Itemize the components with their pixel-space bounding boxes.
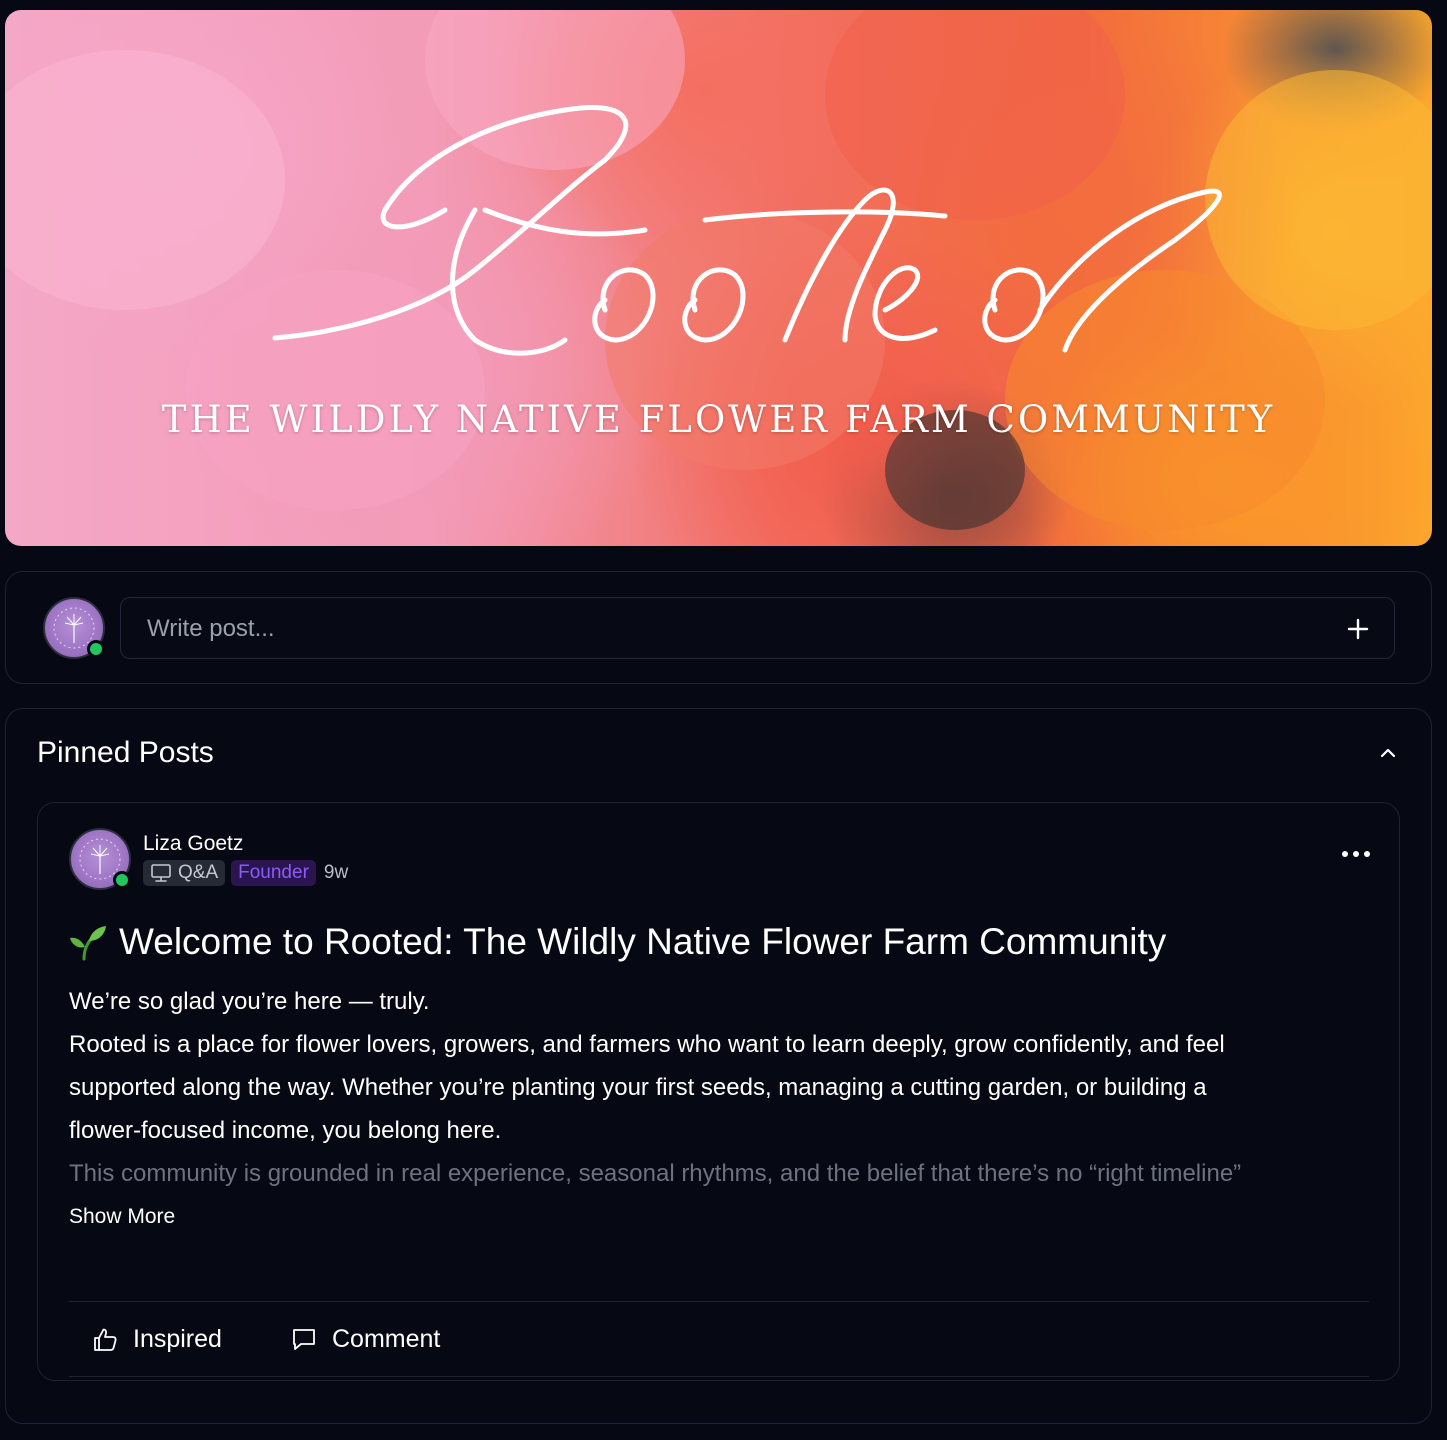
post-meta: Q&A Founder 9w <box>143 860 348 886</box>
divider <box>69 1376 1369 1377</box>
post-body: We’re so glad you’re here — truly. Roote… <box>69 980 1369 1195</box>
category-chip[interactable]: Q&A <box>143 860 226 886</box>
show-more-button[interactable]: Show More <box>69 1205 175 1229</box>
banner-subtitle: THE WILDLY NATIVE FLOWER FARM COMMUNITY <box>161 398 1276 441</box>
post-title[interactable]: Welcome to Rooted: The Wildly Native Flo… <box>69 921 1369 963</box>
write-post-placeholder: Write post... <box>147 615 275 642</box>
online-status-dot <box>87 640 105 658</box>
post-title-text: Welcome to Rooted: The Wildly Native Flo… <box>119 921 1167 962</box>
comment-label: Comment <box>332 1324 441 1353</box>
plus-icon[interactable] <box>1343 614 1373 644</box>
pinned-post-card[interactable]: Liza Goetz Q&A Founder 9w Welcome to Roo… <box>37 802 1400 1381</box>
community-banner: THE WILDLY NATIVE FLOWER FARM COMMUNITY <box>5 10 1432 546</box>
inspired-label: Inspired <box>133 1324 222 1353</box>
online-status-dot <box>113 871 131 889</box>
more-horizontal-icon[interactable] <box>1339 848 1373 860</box>
post-age: 9w <box>323 862 349 883</box>
post-composer: Write post... <box>5 571 1432 684</box>
community-feed-page: THE WILDLY NATIVE FLOWER FARM COMMUNITY … <box>0 0 1447 1440</box>
chevron-up-icon[interactable] <box>1376 741 1400 765</box>
write-post-input[interactable]: Write post... <box>120 597 1395 659</box>
inspired-button[interactable]: Inspired <box>91 1321 222 1357</box>
founder-badge: Founder <box>231 860 316 886</box>
category-label: Q&A <box>178 862 219 883</box>
comment-icon <box>293 1329 315 1350</box>
post-body-line: Rooted is a place for flower lovers, gro… <box>69 1031 1225 1058</box>
pinned-posts-section: Pinned Posts Liza Goetz Q&A Founder 9w W… <box>5 708 1432 1424</box>
post-body-line: flower-focused income, you belong here. <box>69 1117 502 1144</box>
post-body-line: supported along the way. Whether you’re … <box>69 1074 1207 1101</box>
thumbs-up-icon <box>94 1328 117 1351</box>
monitor-icon <box>151 864 171 882</box>
rooted-script-logo <box>272 104 1222 356</box>
author-name[interactable]: Liza Goetz <box>143 832 243 856</box>
post-body-faded-line: This community is grounded in real exper… <box>69 1160 1242 1187</box>
comment-button[interactable]: Comment <box>290 1321 440 1357</box>
post-body-line: We’re so glad you’re here — truly. <box>69 988 430 1015</box>
divider <box>69 1301 1369 1302</box>
sprout-icon <box>70 926 106 961</box>
pinned-posts-title: Pinned Posts <box>37 736 214 769</box>
